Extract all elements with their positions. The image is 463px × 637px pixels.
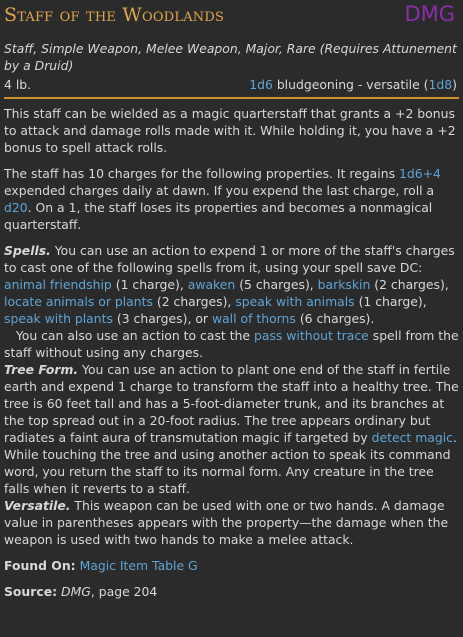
source-badge[interactable]: DMG bbox=[404, 2, 459, 25]
text: You can also use an action to cast the bbox=[15, 328, 254, 343]
item-weight: 4 lb. bbox=[4, 77, 32, 92]
spells-paragraph: Spells. You can use an action to expend … bbox=[4, 242, 459, 361]
text: The staff has 10 charges for the followi… bbox=[4, 166, 399, 181]
source-book: DMG bbox=[61, 584, 91, 599]
text: You can use an action to expend 1 or mor… bbox=[4, 243, 455, 275]
text: (1 charge), bbox=[111, 277, 188, 292]
title-row: Staff of the Woodlands DMG bbox=[4, 2, 459, 34]
found-on-link[interactable]: Magic Item Table G bbox=[80, 558, 198, 573]
versatile-paragraph: Versatile. This weapon can be used with … bbox=[4, 497, 459, 548]
spell-link-speak-with-plants[interactable]: speak with plants bbox=[4, 311, 113, 326]
tree-form-heading: Tree Form. bbox=[4, 362, 79, 377]
source-label: Source: bbox=[4, 584, 58, 599]
d20-link[interactable]: d20 bbox=[4, 200, 28, 215]
spell-link-barkskin[interactable]: barkskin bbox=[318, 277, 371, 292]
text: expended charges daily at dawn. If you e… bbox=[4, 183, 435, 198]
spell-link-detect-magic[interactable]: detect magic bbox=[372, 430, 453, 445]
versatile-dice-link[interactable]: 1d8 bbox=[429, 77, 453, 92]
item-type-line: Staff, Simple Weapon, Melee Weapon, Majo… bbox=[4, 41, 457, 73]
spell-link-speak-with-animals[interactable]: speak with animals bbox=[235, 294, 354, 309]
text: . On a 1, the staff loses its properties… bbox=[4, 200, 433, 232]
item-title: Staff of the Woodlands bbox=[4, 4, 225, 26]
text: (5 charges), bbox=[235, 277, 318, 292]
spell-link-pass-without-trace[interactable]: pass without trace bbox=[254, 328, 369, 343]
tree-form-paragraph: Tree Form. You can use an action to plan… bbox=[4, 361, 459, 497]
found-on-row: Found On: Magic Item Table G bbox=[4, 557, 459, 574]
spells-heading: Spells. bbox=[4, 243, 51, 258]
spell-link-locate-animals[interactable]: locate animals or plants bbox=[4, 294, 153, 309]
found-on-label: Found On: bbox=[4, 558, 76, 573]
text: (3 charges), or bbox=[112, 311, 212, 326]
spell-link-animal-friendship[interactable]: animal friendship bbox=[4, 277, 112, 292]
damage-dice-link[interactable]: 1d6 bbox=[249, 77, 273, 92]
spell-link-awaken[interactable]: awaken bbox=[188, 277, 236, 292]
meta-row: 4 lb. 1d6 bludgeoning - versatile (1d8) bbox=[4, 76, 459, 93]
divider bbox=[4, 97, 459, 99]
description-paragraph-1: This staff can be wielded as a magic qua… bbox=[4, 106, 456, 155]
spell-link-wall-of-thorns[interactable]: wall of thorns bbox=[212, 311, 296, 326]
item-card: Staff of the Woodlands DMG Staff, Simple… bbox=[0, 0, 463, 600]
text: (1 charge), bbox=[354, 294, 427, 309]
text: (2 charges), bbox=[370, 277, 449, 292]
text: (2 charges), bbox=[152, 294, 236, 309]
regain-dice-link[interactable]: 1d6+4 bbox=[399, 166, 441, 181]
text: (6 charges). bbox=[295, 311, 375, 326]
text: This weapon can be used with one or two … bbox=[4, 498, 449, 547]
versatile-heading: Versatile. bbox=[4, 498, 71, 513]
source-page: , page 204 bbox=[90, 584, 158, 599]
damage-close: ) bbox=[452, 77, 457, 92]
source-row: Source: DMG, page 204 bbox=[4, 583, 459, 600]
description-paragraph-2: The staff has 10 charges for the followi… bbox=[4, 165, 459, 233]
item-damage: 1d6 bludgeoning - versatile (1d8) bbox=[249, 76, 459, 93]
damage-text: bludgeoning - versatile ( bbox=[272, 77, 429, 92]
